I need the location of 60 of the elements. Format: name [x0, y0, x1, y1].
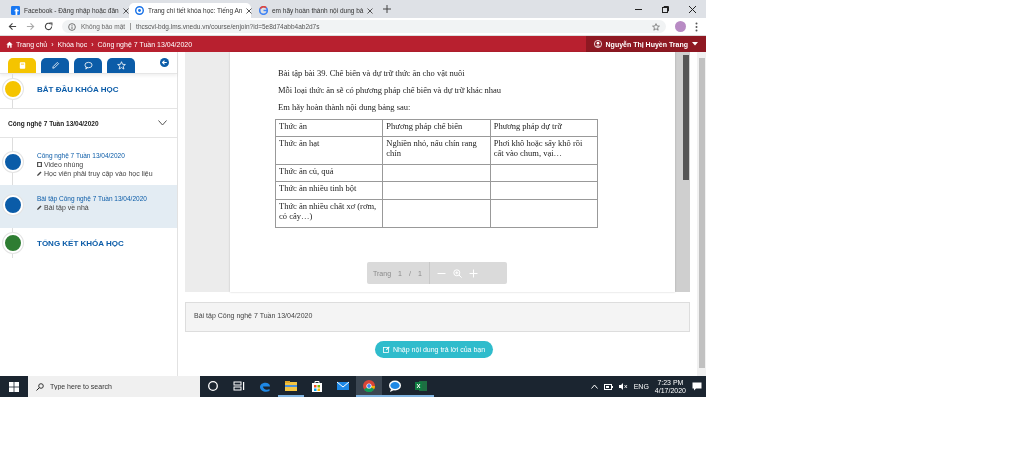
notification-icon[interactable]: [692, 382, 702, 391]
site-icon: [259, 6, 268, 15]
site-icon: [11, 6, 20, 15]
close-icon[interactable]: [367, 7, 374, 14]
book-icon: [17, 61, 27, 70]
scrollbar-thumb[interactable]: [683, 55, 689, 180]
search-icon: [36, 382, 44, 391]
document-text: Mỗi loại thức ăn sẽ có phương pháp chế biến và dự trữ khác nhau: [278, 85, 503, 95]
task-view-icon: [232, 378, 246, 393]
star-icon[interactable]: [652, 22, 660, 31]
close-icon[interactable]: [122, 7, 129, 14]
info-icon: [68, 22, 76, 31]
windows-icon[interactable]: [9, 381, 19, 392]
chat-icon: [83, 61, 93, 70]
sidebar-tab[interactable]: [107, 58, 135, 73]
caret-icon: [692, 42, 698, 46]
close-icon[interactable]: [246, 7, 253, 14]
edit-icon: [382, 346, 390, 353]
back-icon[interactable]: [8, 22, 17, 31]
back-icon[interactable]: [160, 58, 169, 67]
close-icon[interactable]: [689, 5, 696, 13]
table-cell: Thức ăn củ, quả: [275, 164, 383, 182]
table-cell: Thức ăn nhiều chất xơ (rơm, cỏ cây…): [275, 199, 383, 228]
table-cell: Nghiền nhỏ, nấu chín rang chín: [382, 136, 491, 165]
menu-icon[interactable]: [695, 21, 698, 32]
milestone-link[interactable]: TỔNG KẾT KHÓA HỌC: [37, 238, 124, 248]
site-icon: [135, 6, 144, 15]
table-header: Thức ăn: [275, 119, 383, 137]
pencil-icon: [50, 61, 60, 70]
sidebar-tab[interactable]: [74, 58, 102, 73]
restore-icon[interactable]: [662, 5, 669, 13]
spreadsheet-icon: [414, 378, 428, 393]
chevron-up-icon[interactable]: [590, 384, 598, 389]
pencil-icon: [37, 205, 42, 210]
reload-icon[interactable]: [44, 22, 53, 31]
document-text: Bài tập bài 39. Chế biến và dự trữ thức ăn cho vật nuôi: [278, 68, 466, 78]
folder-icon: [284, 378, 298, 393]
document-text: Em hãy hoàn thành nội dung bảng sau:: [278, 102, 412, 112]
milestone-link[interactable]: BẮT ĐẦU KHÓA HỌC: [37, 84, 119, 94]
new-tab-icon[interactable]: [383, 5, 391, 13]
star-icon: [116, 61, 126, 70]
table-cell: Thức ăn nhiều tinh bột: [275, 181, 383, 200]
user-icon: [593, 40, 602, 48]
home-icon: [6, 40, 13, 48]
bag-icon: [310, 378, 324, 393]
cortana-icon: [206, 378, 220, 393]
table-header: Phương pháp dự trữ: [490, 119, 598, 137]
sidebar-tab[interactable]: [41, 58, 69, 73]
table-cell: Thức ăn hạt: [275, 136, 383, 165]
table-header: Phương pháp chế biến: [382, 119, 491, 137]
battery-icon[interactable]: [603, 383, 613, 390]
film-icon: [37, 162, 42, 167]
chevron-icon[interactable]: [158, 120, 167, 126]
chat-bubble-icon: [388, 378, 402, 393]
speaker-muted-icon[interactable]: [618, 383, 628, 390]
avatar[interactable]: [675, 21, 686, 32]
table-cell: Phơi khô hoặc sấy khô rồi cất vào chum, vại…: [490, 136, 598, 165]
pencil-icon: [37, 171, 42, 176]
chrome-icon: [362, 378, 376, 393]
scrollbar-thumb[interactable]: [698, 58, 705, 368]
